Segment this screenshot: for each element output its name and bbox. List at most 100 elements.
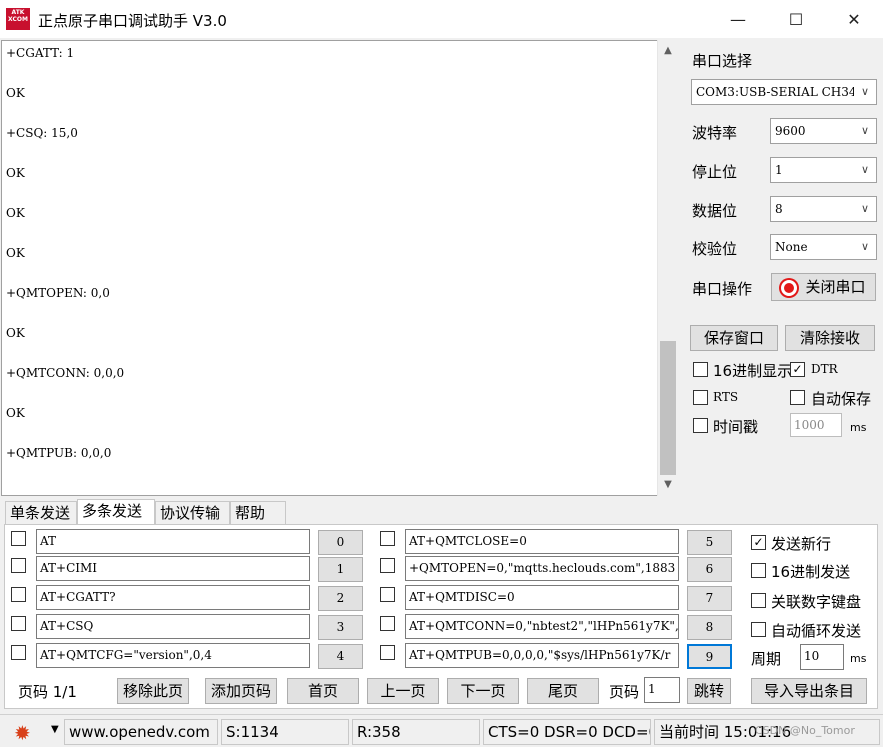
- hex-display-checkbox[interactable]: [693, 362, 708, 377]
- auto-loop-label: 自动循环发送: [771, 622, 862, 640]
- maximize-icon: ☐: [788, 9, 804, 29]
- cmd-input[interactable]: AT+QMTCLOSE=0: [405, 529, 679, 554]
- send-cmd-button[interactable]: 1: [318, 557, 363, 582]
- cmd-input[interactable]: AT+QMTCONN=0,"nbtest2","lHPn561y7K",: [405, 614, 679, 639]
- cmd-checkbox[interactable]: [380, 616, 395, 631]
- receive-line: OK: [6, 406, 25, 420]
- dtr-label: DTR: [811, 362, 838, 376]
- send-cmd-button[interactable]: 8: [687, 615, 732, 640]
- close-window-button[interactable]: ✕: [825, 0, 883, 38]
- timestamp-interval-input[interactable]: 1000: [790, 413, 842, 437]
- receive-line: OK: [6, 86, 25, 100]
- dtr-checkbox[interactable]: ✓: [790, 362, 805, 377]
- tab-single-send[interactable]: 单条发送: [5, 501, 77, 524]
- tab-multi-send[interactable]: 多条发送: [77, 499, 155, 525]
- period-input[interactable]: 10: [800, 644, 844, 670]
- receive-line: +CSQ: 15,0: [6, 126, 78, 140]
- send-cmd-button[interactable]: 5: [687, 530, 732, 555]
- cmd-input[interactable]: AT: [36, 529, 310, 554]
- jump-button[interactable]: 跳转: [687, 678, 731, 704]
- dropdown-arrow-icon[interactable]: ▼: [51, 724, 59, 735]
- port-select[interactable]: COM3:USB-SERIAL CH340 ∨: [691, 79, 877, 105]
- title-bar: ATK XCOM 正点原子串口调试助手 V3.0 — ☐ ✕: [0, 0, 883, 38]
- status-received-count: R:358: [352, 719, 480, 745]
- send-newline-label: 发送新行: [771, 535, 832, 553]
- cmd-input[interactable]: AT+QMTDISC=0: [405, 585, 679, 610]
- chevron-down-icon: ∨: [860, 124, 870, 137]
- scroll-up-icon[interactable]: ▲: [658, 42, 678, 60]
- receive-scrollbar[interactable]: ▲ ▼: [657, 40, 678, 496]
- cmd-checkbox[interactable]: [380, 531, 395, 546]
- maximize-button[interactable]: ☐: [767, 0, 825, 38]
- status-url[interactable]: www.openedv.com: [64, 719, 218, 745]
- next-page-button[interactable]: 下一页: [447, 678, 519, 704]
- cmd-checkbox[interactable]: [11, 587, 26, 602]
- receive-textarea[interactable]: +CGATT: 1 OK +CSQ: 15,0 OK OK OK +QMTOPEN: 0,0…: [1, 40, 678, 496]
- port-select-label: 串口选择: [692, 52, 753, 70]
- page-info: 页码 1/1: [18, 683, 77, 701]
- cmd-checkbox[interactable]: [11, 558, 26, 573]
- assoc-keypad-label: 关联数字键盘: [771, 593, 862, 611]
- status-bar: ✹ ▼ www.openedv.com S:1134 R:358 CTS=0 D…: [0, 714, 883, 747]
- send-cmd-button[interactable]: 3: [318, 615, 363, 640]
- send-cmd-button[interactable]: 7: [687, 586, 732, 611]
- receive-line: OK: [6, 326, 25, 340]
- parity-label: 校验位: [692, 240, 738, 258]
- remove-page-button[interactable]: 移除此页: [117, 678, 189, 704]
- last-page-button[interactable]: 尾页: [527, 678, 599, 704]
- cmd-checkbox[interactable]: [380, 587, 395, 602]
- prev-page-button[interactable]: 上一页: [367, 678, 439, 704]
- status-led-icon: [781, 279, 798, 296]
- stopbits-select[interactable]: 1 ∨: [770, 157, 877, 183]
- scroll-down-icon[interactable]: ▼: [658, 476, 678, 494]
- hex-send-label: 16进制发送: [771, 563, 851, 581]
- databits-select[interactable]: 8 ∨: [770, 196, 877, 222]
- receive-line: OK: [6, 166, 25, 180]
- tab-help[interactable]: 帮助: [230, 501, 286, 524]
- cmd-checkbox[interactable]: [380, 645, 395, 660]
- clear-receive-button[interactable]: 清除接收: [785, 325, 875, 351]
- cmd-checkbox[interactable]: [11, 531, 26, 546]
- rts-checkbox[interactable]: [693, 390, 708, 405]
- tab-protocol[interactable]: 协议传输: [155, 501, 230, 524]
- close-icon: ✕: [847, 9, 861, 29]
- import-export-button[interactable]: 导入导出条目: [751, 678, 867, 704]
- send-cmd-button[interactable]: 0: [318, 530, 363, 555]
- baud-select[interactable]: 9600 ∨: [770, 118, 877, 144]
- cmd-input[interactable]: AT+QMTCFG="version",0,4: [36, 643, 310, 668]
- app-logo: ATK XCOM: [6, 8, 30, 30]
- page-jump-input[interactable]: 1: [644, 677, 680, 703]
- add-page-button[interactable]: 添加页码: [205, 678, 277, 704]
- scroll-thumb[interactable]: [660, 341, 676, 475]
- first-page-button[interactable]: 首页: [287, 678, 359, 704]
- send-newline-checkbox[interactable]: ✓: [751, 535, 766, 550]
- hex-display-label: 16进制显示: [713, 362, 793, 380]
- send-cmd-button[interactable]: 4: [318, 644, 363, 669]
- cmd-checkbox[interactable]: [380, 558, 395, 573]
- checkmark-icon: ✓: [792, 362, 803, 376]
- hex-send-checkbox[interactable]: [751, 563, 766, 578]
- period-unit: ms: [850, 652, 867, 665]
- send-cmd-button[interactable]: 9: [687, 644, 732, 669]
- auto-loop-checkbox[interactable]: [751, 622, 766, 637]
- close-port-button[interactable]: 关闭串口: [771, 273, 876, 301]
- receive-content: +CGATT: 1 OK +CSQ: 15,0 OK OK OK +QMTOPEN: 0,0…: [6, 45, 656, 485]
- receive-line: +QMTOPEN: 0,0: [6, 286, 110, 300]
- minimize-button[interactable]: —: [709, 0, 767, 38]
- gear-icon[interactable]: ✹: [14, 721, 31, 745]
- auto-save-checkbox[interactable]: [790, 390, 805, 405]
- send-cmd-button[interactable]: 6: [687, 557, 732, 582]
- assoc-keypad-checkbox[interactable]: [751, 593, 766, 608]
- cmd-input[interactable]: AT+QMTPUB=0,0,0,0,"$sys/lHPn561y7K/r: [405, 643, 679, 668]
- cmd-checkbox[interactable]: [11, 645, 26, 660]
- timestamp-checkbox[interactable]: [693, 418, 708, 433]
- rts-label: RTS: [713, 390, 739, 404]
- parity-select[interactable]: None ∨: [770, 234, 877, 260]
- cmd-input[interactable]: AT+CGATT?: [36, 585, 310, 610]
- save-window-button[interactable]: 保存窗口: [690, 325, 778, 351]
- cmd-checkbox[interactable]: [11, 616, 26, 631]
- cmd-input[interactable]: AT+CIMI: [36, 556, 310, 581]
- cmd-input[interactable]: +QMTOPEN=0,"mqtts.heclouds.com",1883: [405, 556, 679, 581]
- cmd-input[interactable]: AT+CSQ: [36, 614, 310, 639]
- send-cmd-button[interactable]: 2: [318, 586, 363, 611]
